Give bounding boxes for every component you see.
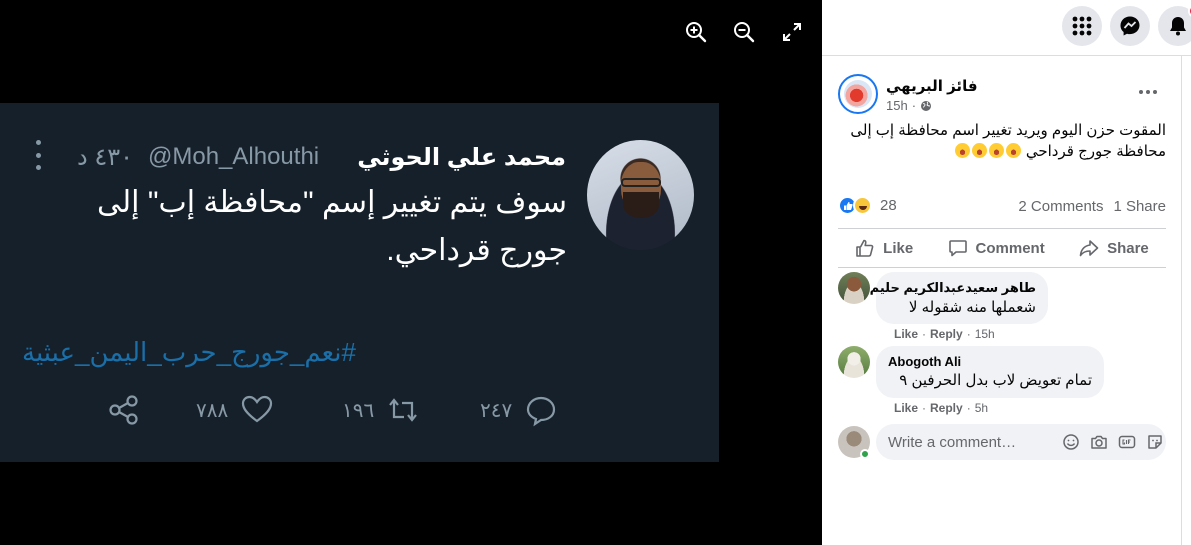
tweet-retweet-count: ١٩٦ (342, 399, 375, 422)
notifications-button[interactable] (1158, 4, 1191, 46)
menu-grid-icon (1072, 16, 1092, 36)
comments-count[interactable]: 2 Comments (1018, 198, 1103, 215)
gif-icon[interactable] (1118, 433, 1136, 451)
messenger-icon (1120, 16, 1140, 36)
engagement-counts: 2 Comments 1 Share (1018, 198, 1166, 215)
tweet-reply-action: ٢٤٧ (480, 393, 558, 427)
reactions-summary[interactable]: 28 (838, 196, 897, 215)
comment-composer (838, 424, 1168, 462)
reply-icon (527, 396, 556, 427)
post-text: المقوت حزن اليوم ويريد تغيير اسم محافظة … (836, 120, 1166, 162)
divider (838, 267, 1166, 268)
comment-bubble: Abogoth Ali تمام تعويض لاب بدل الحرفين ٩ (876, 346, 1104, 398)
tweet-text-line-2: جورج قرداحي. (386, 234, 567, 267)
comment-label: Comment (975, 239, 1045, 257)
tweet-hashtag: #نعم_جورج_حرب_اليمن_عبثية (22, 337, 356, 367)
tweet-share-action (107, 393, 141, 427)
comment-like-link[interactable]: Like (894, 327, 918, 341)
post-time[interactable]: 15h (886, 98, 908, 113)
laughing-emoji-icon (971, 143, 987, 158)
share-arrow-icon (1079, 240, 1099, 257)
share-label: Share (1107, 239, 1149, 257)
bell-icon (1170, 17, 1186, 36)
online-status-dot (860, 449, 870, 459)
comment-reply-link[interactable]: Reply (930, 327, 963, 341)
composer-tools (1062, 433, 1164, 451)
commenter-avatar[interactable] (838, 346, 870, 378)
comment-icon (948, 240, 967, 257)
tweet-screenshot: محمد علي الحوثي @Moh_Alhouthi ٤٣٠ د سوف … (0, 103, 719, 462)
globe-icon (921, 100, 932, 111)
tweet-author-name: محمد علي الحوثي (357, 144, 566, 171)
comment-time[interactable]: 15h (975, 327, 995, 341)
page-avatar[interactable] (838, 74, 878, 114)
zoom-out-button[interactable] (730, 18, 758, 46)
heart-icon (242, 395, 273, 423)
photo-viewer: محمد علي الحوثي @Moh_Alhouthi ٤٣٠ د سوف … (0, 0, 822, 545)
comment-button[interactable]: Comment (938, 232, 1055, 264)
comment-bubble: طاهر سعيدعبدالكريم حليم شعملها منه شقوله… (870, 272, 1048, 324)
tweet-reply-count: ٢٤٧ (480, 399, 513, 422)
haha-reaction-icon (853, 196, 872, 215)
comment-text: تمام تعويض لاب بدل الحرفين ٩ (899, 372, 1092, 389)
comment-time[interactable]: 5h (975, 401, 988, 415)
post-actions: Like Comment Share (838, 230, 1166, 266)
scrollbar[interactable] (1181, 56, 1191, 545)
post-meta: 15h · (886, 98, 932, 113)
messenger-button[interactable] (1110, 6, 1150, 46)
commenter-name[interactable]: Abogoth Ali (888, 354, 1092, 369)
shares-count[interactable]: 1 Share (1113, 198, 1166, 215)
tweet-handle: @Moh_Alhouthi (148, 143, 320, 170)
share-button[interactable]: Share (1069, 232, 1159, 264)
zoom-in-icon (686, 22, 707, 43)
like-button[interactable]: Like (845, 232, 923, 264)
tweet-avatar (587, 140, 694, 250)
post-options-button[interactable] (1134, 80, 1162, 104)
tweet-retweet-action: ١٩٦ (342, 393, 420, 427)
comment-actions: Like · Reply · 15h (894, 327, 995, 341)
laughing-emoji-icon (1005, 143, 1021, 158)
tweet-like-count: ٧٨٨ (196, 399, 229, 422)
reactions-count: 28 (880, 197, 897, 214)
retweet-icon (389, 398, 418, 422)
expand-icon (783, 23, 801, 41)
emoji-icon[interactable] (1062, 433, 1080, 451)
zoom-out-icon (734, 22, 755, 43)
camera-icon[interactable] (1090, 433, 1108, 451)
tweet-more-icon (32, 140, 44, 170)
menu-button[interactable] (1062, 6, 1102, 46)
tweet-time: ٤٣٠ د (77, 144, 134, 171)
top-bar (822, 0, 1191, 56)
post-author[interactable]: فائز البريهي (886, 77, 978, 95)
commenter-name[interactable]: طاهر سعيدعبدالكريم حليم (870, 280, 1036, 296)
commenter-avatar[interactable] (838, 272, 870, 304)
post-panel: فائز البريهي 15h · المقوت حزن اليوم ويري… (822, 0, 1191, 545)
comment-like-link[interactable]: Like (894, 401, 918, 415)
comment-actions: Like · Reply · 5h (894, 401, 989, 415)
sticker-icon[interactable] (1146, 433, 1164, 451)
zoom-in-button[interactable] (682, 18, 710, 46)
tweet-text-line-1: سوف يتم تغيير إسم "محافظة إب" إلى (97, 186, 567, 219)
divider (838, 228, 1166, 229)
comment-reply-link[interactable]: Reply (930, 401, 963, 415)
laughing-emoji-icon (988, 143, 1004, 158)
thumbs-up-icon (856, 239, 874, 257)
share-icon (109, 395, 138, 425)
fullscreen-button[interactable] (778, 18, 806, 46)
like-label: Like (883, 239, 914, 257)
comment-text: شعملها منه شقوله لا (908, 299, 1036, 316)
tweet-like-action: ٧٨٨ (196, 393, 274, 427)
laughing-emoji-icon (954, 143, 970, 158)
